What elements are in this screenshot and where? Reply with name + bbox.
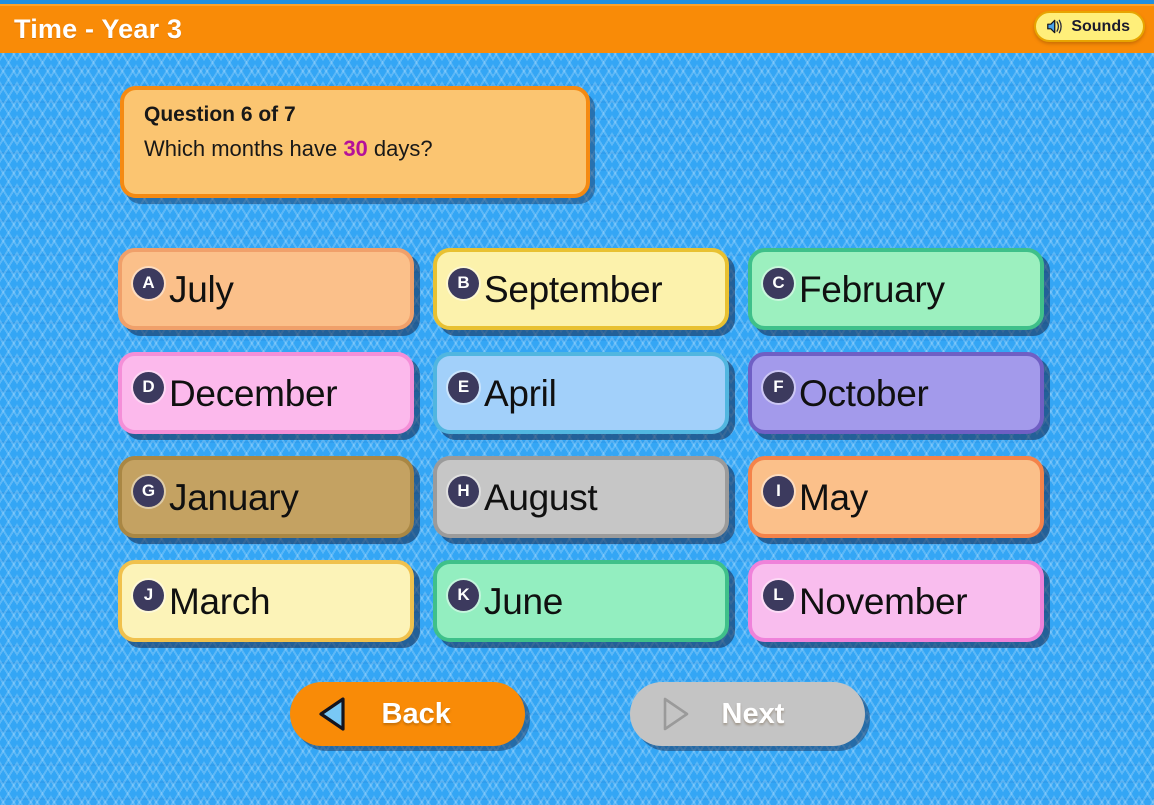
answer-option-e[interactable]: E April [433,352,729,434]
answer-letter-badge: D [133,371,164,403]
answer-option-c[interactable]: C February [748,248,1044,330]
answer-option-l[interactable]: L November [748,560,1044,642]
answer-letter-badge: H [448,475,479,507]
question-text-before: Which months have [144,136,344,161]
answer-option-label: March [169,580,271,622]
speaker-icon [1046,18,1065,35]
answer-letter-badge: F [763,371,794,403]
answer-option-k[interactable]: K June [433,560,729,642]
navigation-bar: Back Next [0,682,1154,746]
answer-option-a[interactable]: A July [118,248,414,330]
answer-option-f[interactable]: F October [748,352,1044,434]
question-panel: Question 6 of 7 Which months have 30 day… [120,86,590,198]
answer-letter-badge: E [448,371,479,403]
next-button[interactable]: Next [629,682,865,746]
triangle-left-icon [312,692,356,736]
answer-option-label: November [799,580,968,622]
answer-option-i[interactable]: I May [748,456,1044,538]
answer-option-label: December [169,372,338,414]
triangle-right-icon [652,692,696,736]
answer-option-label: July [169,268,234,310]
sounds-label: Sounds [1071,17,1130,35]
answer-letter-badge: I [763,475,794,507]
answer-option-label: August [484,476,598,518]
answer-option-label: February [799,268,945,310]
answer-letter-badge: J [133,579,164,611]
back-button-label: Back [381,697,451,730]
question-counter: Question 6 of 7 [144,103,296,126]
quiz-screen: Time - Year 3 Sounds Question 6 of 7 Whi… [0,0,1154,805]
answer-letter-badge: K [448,579,479,611]
question-text: Which months have 30 days? [144,136,566,162]
answer-option-label: June [484,580,564,622]
answer-option-label: January [169,476,299,518]
answer-letter-badge: L [763,579,794,611]
back-button[interactable]: Back [289,682,525,746]
answer-option-b[interactable]: B September [433,248,729,330]
answer-letter-badge: A [133,267,164,299]
question-text-after: days? [367,136,433,161]
answer-letter-badge: B [448,267,479,299]
sounds-button[interactable]: Sounds [1034,11,1145,42]
answer-option-label: April [484,372,557,414]
next-button-label: Next [721,697,785,730]
answer-letter-badge: G [133,475,164,507]
answer-option-label: September [484,268,663,310]
answer-option-h[interactable]: H August [433,456,729,538]
page-title: Time - Year 3 [14,14,183,44]
answer-option-d[interactable]: D December [118,352,414,434]
answer-option-j[interactable]: J March [118,560,414,642]
answer-letter-badge: C [763,267,794,299]
answer-option-label: October [799,372,929,414]
header-bar: Time - Year 3 [0,4,1154,53]
question-highlight: 30 [343,136,368,161]
answer-option-g[interactable]: G January [118,456,414,538]
answer-option-label: May [799,476,868,518]
answer-options-grid: A July B September C February D December E April F… [118,248,1048,642]
